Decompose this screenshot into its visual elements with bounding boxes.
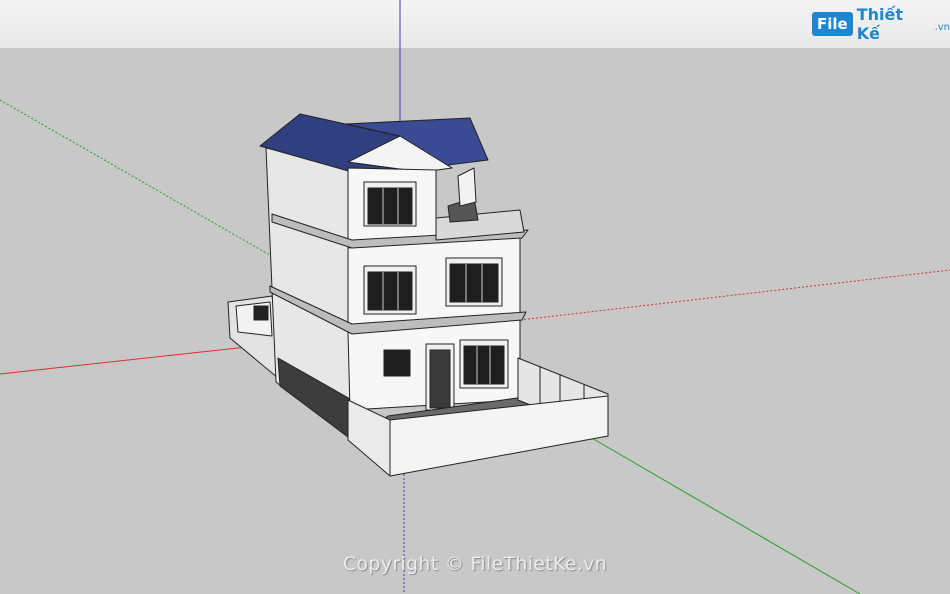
logo-tld: .vn xyxy=(934,21,950,33)
house-model-icon xyxy=(227,113,609,477)
brand-logo[interactable]: File Thiết Kế .vn xyxy=(812,5,950,43)
logo-box: File xyxy=(812,12,853,36)
model-viewport[interactable] xyxy=(0,0,950,594)
copyright-watermark: Copyright © FileThietKe.vn xyxy=(342,553,608,575)
logo-text: Thiết Kế xyxy=(856,5,903,43)
